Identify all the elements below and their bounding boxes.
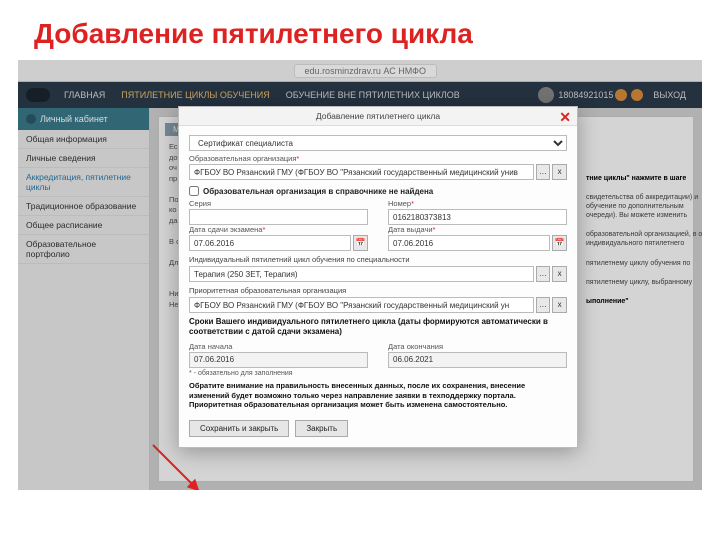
number-label: Номер: [388, 199, 567, 208]
priority-org-label: Приоритетная образовательная организация: [189, 286, 567, 295]
close-icon[interactable]: ✕: [559, 109, 571, 126]
calendar-icon[interactable]: 📅: [353, 235, 368, 251]
cycle-start-label: Дата начала: [189, 342, 368, 351]
exam-date-input[interactable]: [189, 235, 351, 251]
specialty-section-label: Индивидуальный пятилетний цикл обучения …: [189, 255, 567, 264]
calendar-icon-2[interactable]: 📅: [552, 235, 567, 251]
save-and-close-button[interactable]: Сохранить и закрыть: [189, 420, 289, 437]
org-label: Образовательная организация: [189, 154, 567, 163]
slide-title: Добавление пятилетнего цикла: [0, 0, 720, 60]
org-not-found-label: Образовательная организация в справочник…: [203, 187, 433, 196]
priority-lookup-button[interactable]: …: [536, 297, 551, 313]
cycle-dates-note: Сроки Вашего индивидуального пятилетнего…: [189, 317, 567, 338]
screenshot-area: edu.rosminzdrav.ru АС НМФО ГЛАВНАЯ ПЯТИЛ…: [18, 60, 702, 490]
issue-date-label: Дата выдачи: [388, 225, 567, 234]
cycle-start-input: [189, 352, 368, 368]
specialty-input[interactable]: [189, 266, 534, 282]
org-clear-button[interactable]: x: [552, 164, 567, 180]
cycle-end-input: [388, 352, 567, 368]
specialty-clear-button[interactable]: x: [552, 266, 567, 282]
org-lookup-button[interactable]: …: [536, 164, 551, 180]
add-cycle-modal: Добавление пятилетнего цикла ✕ Сертифика…: [178, 106, 578, 448]
issue-date-input[interactable]: [388, 235, 550, 251]
modal-title: Добавление пятилетнего цикла: [316, 111, 440, 121]
modal-title-bar: Добавление пятилетнего цикла ✕: [179, 107, 577, 126]
org-not-found-checkbox[interactable]: [189, 186, 199, 196]
close-button[interactable]: Закрыть: [295, 420, 348, 437]
priority-org-input[interactable]: [189, 297, 534, 313]
doc-type-select[interactable]: Сертификат специалиста: [189, 135, 567, 151]
specialty-lookup-button[interactable]: …: [536, 266, 551, 282]
priority-clear-button[interactable]: x: [552, 297, 567, 313]
org-input[interactable]: [189, 164, 534, 180]
series-input[interactable]: [189, 209, 368, 225]
series-label: Серия: [189, 199, 368, 208]
required-note: * - обязательно для заполнения: [189, 370, 567, 377]
exam-date-label: Дата сдачи экзамена: [189, 225, 368, 234]
warning-note: Обратите внимание на правильность внесен…: [189, 381, 567, 410]
number-input[interactable]: [388, 209, 567, 225]
cycle-end-label: Дата окончания: [388, 342, 567, 351]
